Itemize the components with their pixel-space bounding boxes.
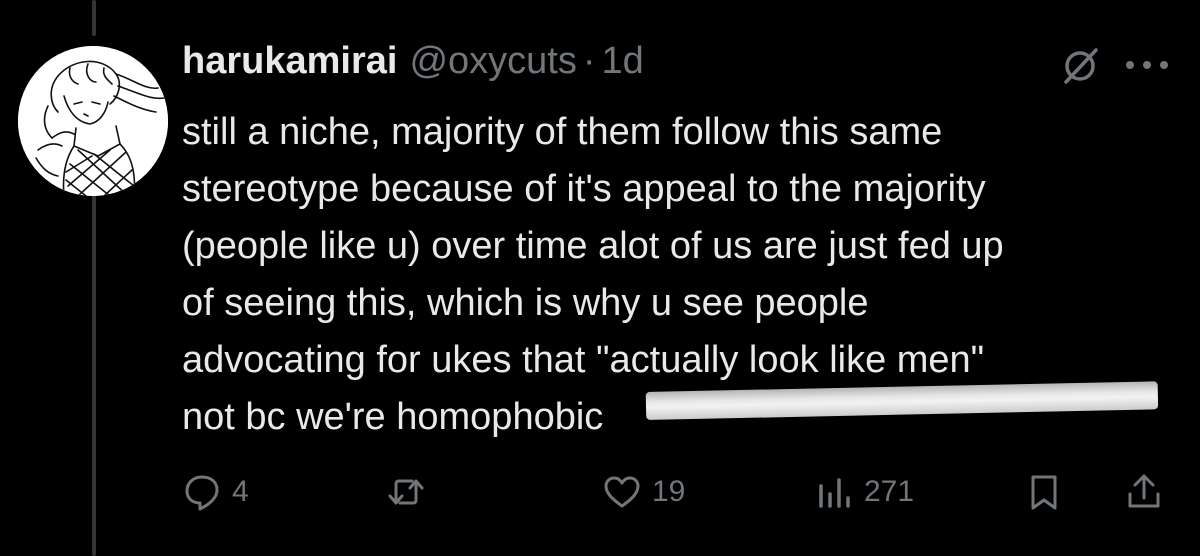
like-button[interactable]: 19 <box>602 466 685 518</box>
repost-icon <box>388 479 424 505</box>
grok-icon[interactable] <box>1058 44 1102 88</box>
tweet-text-line: (people like u) over time alot of us are… <box>182 225 1004 267</box>
action-bar: 4 19 271 <box>0 466 1200 518</box>
tweet-text-line: advocating for ukes that "actually look … <box>182 339 985 381</box>
bookmark-button[interactable] <box>1024 466 1064 518</box>
avatar-icon <box>18 46 168 196</box>
repost-button[interactable] <box>386 466 436 518</box>
thread-line-top <box>92 0 96 36</box>
timestamp[interactable]: 1d <box>602 40 644 83</box>
separator-dot: · <box>582 40 596 82</box>
like-count: 19 <box>652 475 686 508</box>
tweet-text-line: stereotype because of it's appeal to the… <box>182 168 986 210</box>
tweet-header: harukamirai @oxycuts · 1d <box>182 40 644 96</box>
view-count: 271 <box>864 475 915 508</box>
heart-icon <box>604 476 640 508</box>
bookmark-icon <box>1031 475 1057 510</box>
user-handle[interactable]: @oxycuts <box>409 40 576 83</box>
display-name[interactable]: harukamirai <box>182 40 397 83</box>
reply-button[interactable]: 4 <box>182 466 249 518</box>
views-button[interactable]: 271 <box>814 466 914 518</box>
share-icon <box>1128 474 1160 508</box>
tweet-text-line: of seeing this, which is why u see peopl… <box>182 282 869 324</box>
reply-count: 4 <box>232 475 249 508</box>
avatar[interactable] <box>18 46 168 196</box>
reply-icon <box>185 475 219 511</box>
tweet-text-line: still a niche, majority of them follow t… <box>182 111 943 153</box>
share-button[interactable] <box>1124 466 1164 518</box>
more-icon[interactable] <box>1118 50 1176 80</box>
analytics-icon <box>819 478 850 508</box>
